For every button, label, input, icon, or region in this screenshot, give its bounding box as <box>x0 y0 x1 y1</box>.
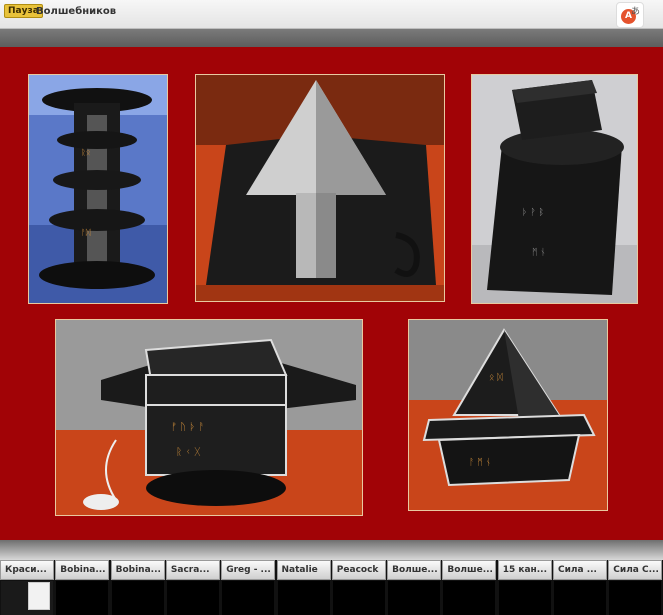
filmstrip-thumb-label: Sacra... <box>165 560 220 580</box>
photo-pyramid-base: ᛟ ᛞ ᚨ ᛗ ᚾ <box>408 319 608 511</box>
window-title: Волшебников <box>36 6 117 17</box>
svg-text:ᚱ ᚲ ᚷ: ᚱ ᚲ ᚷ <box>176 447 200 458</box>
filmstrip-thumb[interactable]: Natalie <box>276 560 331 615</box>
filmstrip-thumb-preview <box>56 581 109 615</box>
filmstrip-thumb[interactable]: Peacock <box>331 560 386 615</box>
svg-text:ᛟ ᛞ: ᛟ ᛞ <box>489 372 503 383</box>
filmstrip-thumb-preview <box>111 581 164 615</box>
filmstrip-thumb-label: Волше... <box>387 560 442 580</box>
svg-text:ᚨ ᛗ ᚾ: ᚨ ᛗ ᚾ <box>469 457 491 468</box>
filmstrip-thumb-preview <box>498 581 551 615</box>
filmstrip-thumb[interactable]: Волше... <box>442 560 497 615</box>
filmstrip-thumb[interactable]: Сила С... <box>608 560 663 615</box>
svg-text:ᚨᛞ: ᚨᛞ <box>81 228 91 237</box>
filmstrip-thumb-label: Bobina... <box>55 560 110 580</box>
filmstrip-thumb-label: Bobina... <box>110 560 165 580</box>
filmstrip-thumb-label: Peacock <box>331 560 386 580</box>
filmstrip-thumb-label: Greg - ... <box>221 560 276 580</box>
slide-canvas: ᚱᛟ ᚨᛞ ᚦ ᚹ ᛒ ᛗ ᚾ ᚠ ᚢ ᚦ ᚨ ᚱ ᚲ ᚷ ᛟ ᛞ ᚨ ᛗ ᚾ <box>0 47 663 540</box>
filmstrip-thumb[interactable]: Сила ... <box>553 560 607 615</box>
mini-slide-preview <box>28 582 50 610</box>
filmstrip: Краси... Bobina... Bobina... Sacra... Greg -… <box>0 560 663 615</box>
svg-text:ᚠ ᚢ ᚦ ᚨ: ᚠ ᚢ ᚦ ᚨ <box>171 422 205 433</box>
filmstrip-thumb-preview <box>609 581 662 615</box>
filmstrip-thumb-label: Волше... <box>442 560 497 580</box>
svg-text:ᛗ ᚾ: ᛗ ᚾ <box>532 247 546 258</box>
filmstrip-thumb[interactable]: Bobina... <box>55 560 110 615</box>
translate-button[interactable]: A あ <box>616 2 644 28</box>
filmstrip-thumb-preview <box>554 581 606 615</box>
filmstrip-thumb[interactable]: Bobina... <box>110 560 165 615</box>
title-bar: Пауза Волшебников A あ <box>0 0 663 29</box>
photo-chest: ᚠ ᚢ ᚦ ᚨ ᚱ ᚲ ᚷ <box>55 319 363 516</box>
filmstrip-thumb-preview <box>166 581 219 615</box>
photo-box-lid: ᚦ ᚹ ᛒ ᛗ ᚾ <box>471 74 638 304</box>
filmstrip-thumb-preview <box>222 581 275 615</box>
filmstrip-thumb-label: 15 кан... <box>497 560 552 580</box>
filmstrip-thumb-label: Сила С... <box>608 560 663 580</box>
filmstrip-thumb[interactable]: Краси... <box>0 560 54 615</box>
filmstrip-thumb[interactable]: Sacra... <box>165 560 220 615</box>
filmstrip-thumb-preview <box>388 581 441 615</box>
filmstrip-thumb-label: Краси... <box>0 560 54 580</box>
photo-tower: ᚱᛟ ᚨᛞ <box>28 74 168 304</box>
filmstrip-thumb-preview <box>443 581 496 615</box>
svg-text:ᚱᛟ: ᚱᛟ <box>81 148 91 157</box>
translate-glyph: あ <box>631 7 641 17</box>
filmstrip-thumb-preview <box>277 581 330 615</box>
toolbar-band <box>0 29 663 47</box>
filmstrip-thumb[interactable]: Greg - ... <box>221 560 276 615</box>
filmstrip-thumb-label: Natalie <box>276 560 331 580</box>
filmstrip-thumb[interactable]: Волше... <box>387 560 442 615</box>
filmstrip-thumb-label: Сила ... <box>553 560 607 580</box>
photo-pyramid-arrow <box>195 74 445 302</box>
svg-text:ᚦ ᚹ ᛒ: ᚦ ᚹ ᛒ <box>522 207 544 218</box>
filmstrip-thumb[interactable]: 15 кан... <box>497 560 552 615</box>
slide-bottom-edge <box>0 540 663 560</box>
filmstrip-thumb-preview <box>332 581 385 615</box>
